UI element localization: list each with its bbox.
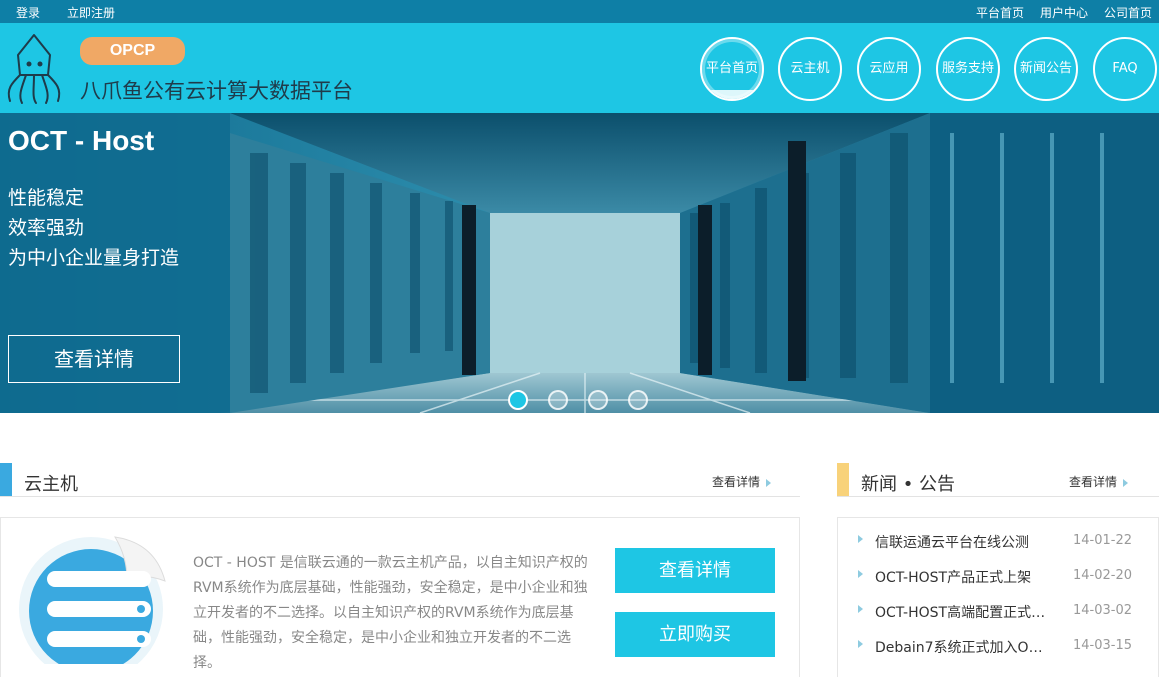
slide-dot-3[interactable] xyxy=(588,390,608,410)
top-bar: 登录 立即注册 平台首页 用户中心 公司首页 xyxy=(0,0,1159,23)
hero-banner: OCT - Host 性能稳定 效率强劲 为中小企业量身打造 查看详情 xyxy=(0,113,1159,413)
news-date: 14-01-22 xyxy=(1073,533,1133,548)
banner-title: OCT - Host xyxy=(8,125,155,156)
slide-dot-2[interactable] xyxy=(548,390,568,410)
divider xyxy=(837,496,1159,497)
nav-service-support[interactable]: 服务支持 xyxy=(936,37,1000,101)
banner-line-2: 效率强劲 xyxy=(8,217,85,239)
nav-platform-home[interactable]: 平台首页 xyxy=(700,37,764,101)
nav-faq[interactable]: FAQ xyxy=(1093,37,1157,101)
bullet-icon xyxy=(858,605,863,613)
host-section-title: 云主机 xyxy=(24,474,78,495)
header: OPCP 八爪鱼公有云计算大数据平台 平台首页 云主机 云应用 服务支持 新闻公… xyxy=(0,23,1159,113)
news-date: 14-02-20 xyxy=(1073,568,1133,583)
news-item[interactable]: Debain7系统正式加入OCT-HOST 14-03-15 xyxy=(858,637,1158,659)
news-more-link[interactable]: 查看详情 xyxy=(1069,473,1129,490)
slide-dot-4[interactable] xyxy=(628,390,648,410)
host-details-button[interactable]: 查看详情 xyxy=(615,548,775,593)
arrow-right-icon xyxy=(1123,478,1129,487)
bullet-icon xyxy=(858,535,863,543)
slide-dot-1[interactable] xyxy=(508,390,528,410)
news-item[interactable]: OCT-HOST产品正式上架 14-02-20 xyxy=(858,567,1158,589)
login-link[interactable]: 登录 xyxy=(16,4,40,21)
register-link[interactable]: 立即注册 xyxy=(67,4,115,21)
news-date: 14-03-15 xyxy=(1073,638,1133,653)
news-section-title: 新闻 • 公告 xyxy=(861,474,956,495)
arrow-right-icon xyxy=(766,478,772,487)
nav-news[interactable]: 新闻公告 xyxy=(1014,37,1078,101)
news-title: 信联运通云平台在线公测 xyxy=(875,535,1029,551)
nav-cloud-apps[interactable]: 云应用 xyxy=(857,37,921,101)
news-item[interactable]: 信联运通云平台在线公测 14-01-22 xyxy=(858,532,1158,554)
brand-badge: OPCP xyxy=(80,37,185,65)
site-title: 八爪鱼公有云计算大数据平台 xyxy=(80,79,353,103)
bullet-icon xyxy=(858,570,863,578)
host-section-marker xyxy=(0,463,12,497)
user-center-link[interactable]: 用户中心 xyxy=(1040,4,1088,21)
host-more-label: 查看详情 xyxy=(712,475,761,489)
bullet-icon xyxy=(858,640,863,648)
banner-details-button[interactable]: 查看详情 xyxy=(8,335,180,383)
host-description: OCT - HOST 是信联云通的一款云主机产品，以自主知识产权的RVM系统作为… xyxy=(193,555,588,671)
news-title: OCT-HOST产品正式上架 xyxy=(875,570,1032,586)
news-date: 14-03-02 xyxy=(1073,603,1133,618)
company-home-link[interactable]: 公司首页 xyxy=(1104,4,1152,21)
host-more-link[interactable]: 查看详情 xyxy=(712,473,772,490)
server-icon xyxy=(19,536,166,664)
news-item[interactable]: OCT-HOST高端配置正式上线 14-03-02 xyxy=(858,602,1158,624)
platform-home-link[interactable]: 平台首页 xyxy=(976,4,1024,21)
news-title: OCT-HOST高端配置正式上线 xyxy=(875,605,1047,621)
divider xyxy=(0,496,800,497)
news-section-marker xyxy=(837,463,849,497)
banner-line-1: 性能稳定 xyxy=(8,187,85,209)
banner-line-3: 为中小企业量身打造 xyxy=(8,247,180,269)
host-buy-button[interactable]: 立即购买 xyxy=(615,612,775,657)
octopus-logo-icon[interactable] xyxy=(4,31,68,107)
nav-cloud-host[interactable]: 云主机 xyxy=(778,37,842,101)
news-title: Debain7系统正式加入OCT-HOST xyxy=(875,640,1047,656)
news-more-label: 查看详情 xyxy=(1069,475,1118,489)
